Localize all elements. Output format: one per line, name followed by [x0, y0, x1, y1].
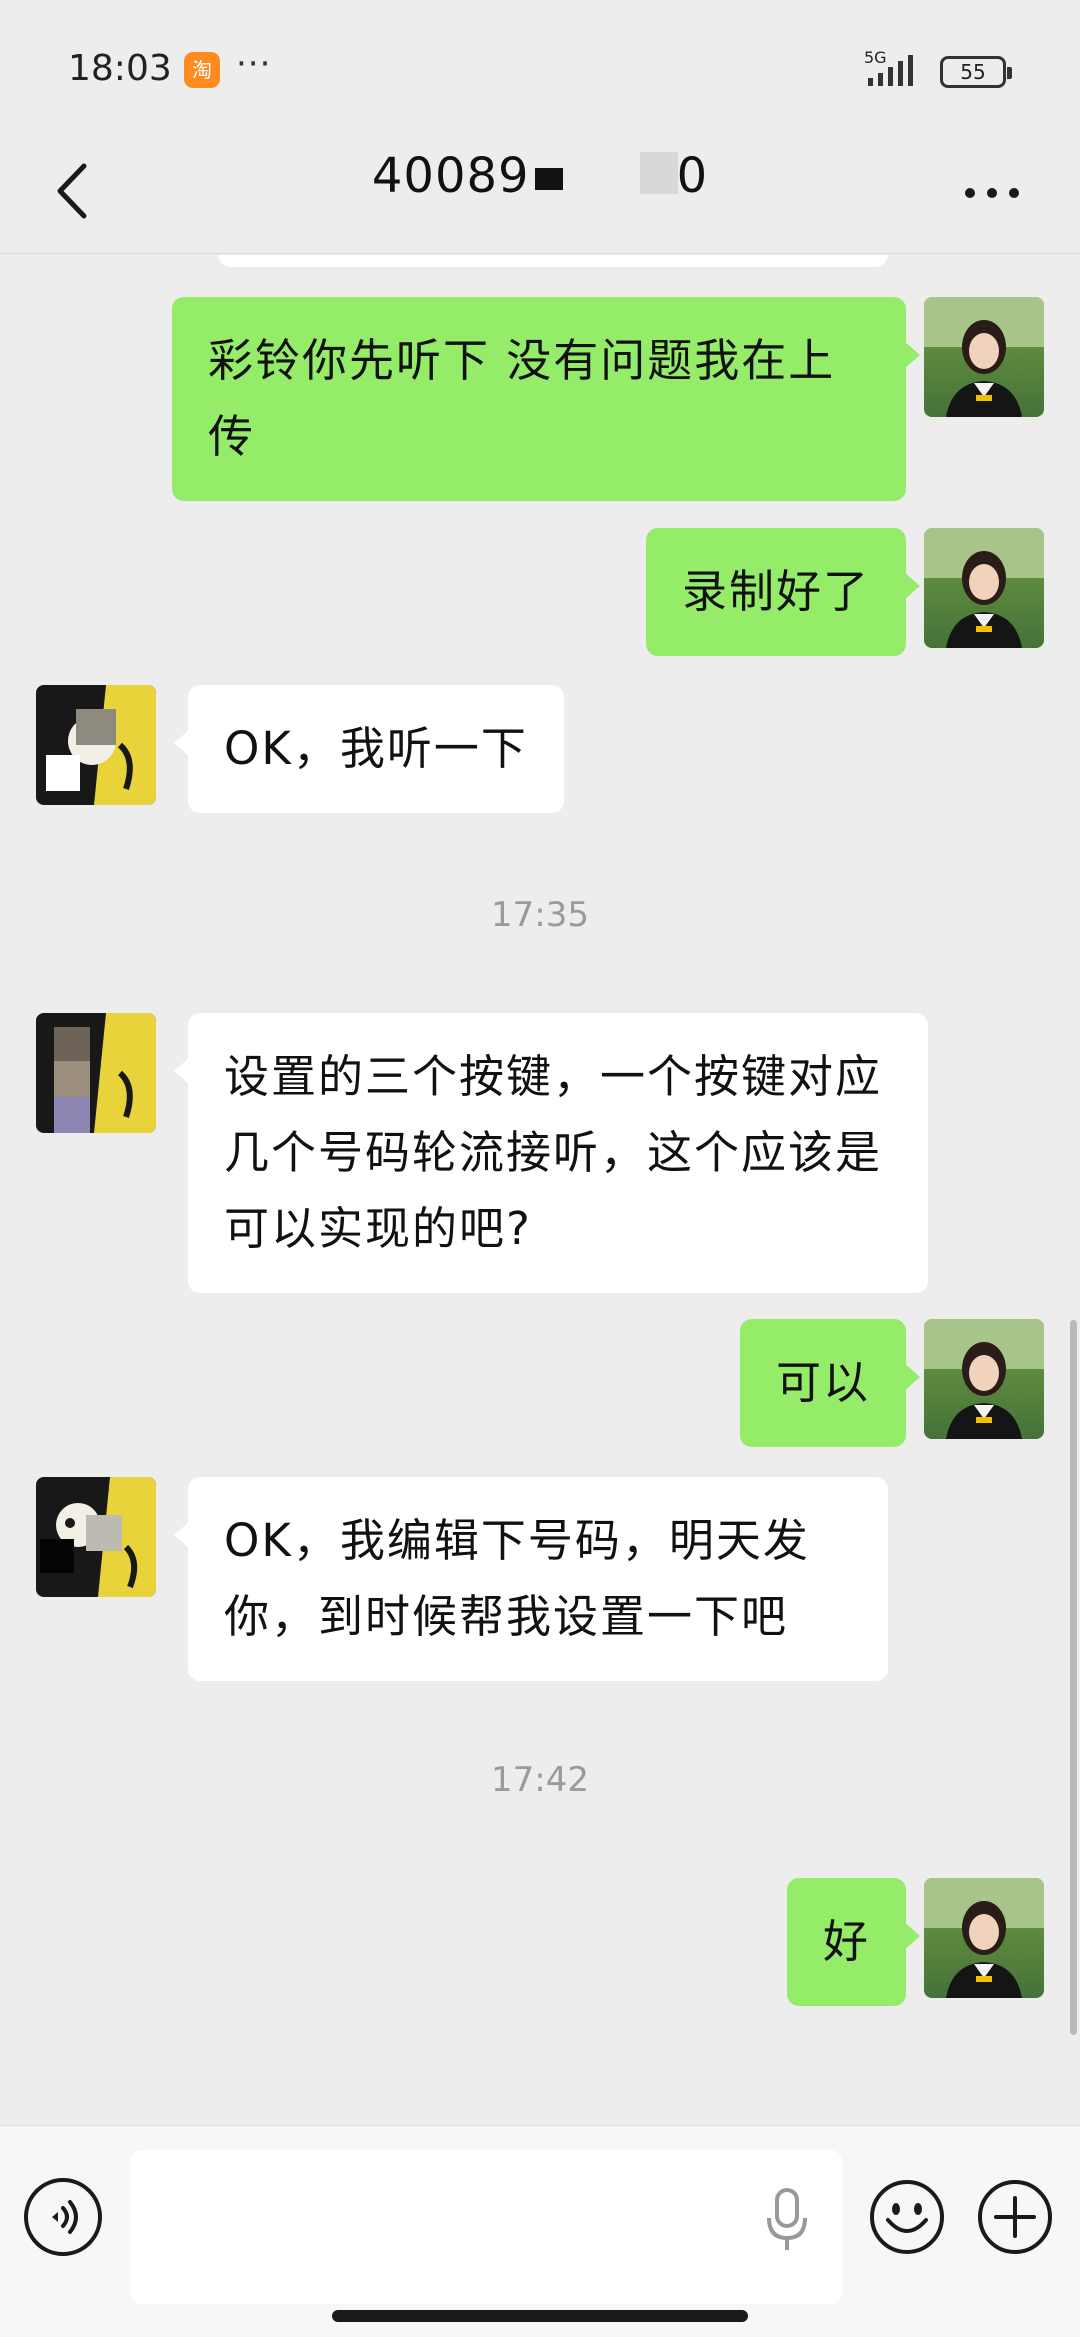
avatar-self[interactable]	[924, 297, 1044, 417]
status-time: 18:03	[68, 48, 172, 89]
battery-indicator: 55	[940, 56, 1012, 88]
avatar-self[interactable]	[924, 1319, 1044, 1439]
emoji-icon[interactable]	[868, 2178, 946, 2256]
home-indicator	[332, 2310, 748, 2322]
chat-header: 40089 0	[0, 130, 1080, 254]
chevron-left-icon[interactable]	[44, 156, 104, 226]
input-bar	[0, 2125, 1080, 2337]
signal-icon: 5G	[864, 48, 934, 92]
network-label: 5G	[864, 48, 887, 67]
chat-scrollbar[interactable]	[1070, 1320, 1077, 2035]
message-bubble-received[interactable]: OK，我编辑下号码，明天发你，到时候帮我设置一下吧	[174, 1477, 888, 1681]
status-bar: 18:03 淘 ··· 5G 55	[0, 0, 1080, 130]
message-timestamp: 17:42	[491, 1760, 589, 1800]
avatar-contact[interactable]	[36, 685, 156, 805]
voice-toggle-icon[interactable]	[24, 2178, 102, 2256]
avatar-contact[interactable]	[36, 1477, 156, 1597]
message-bubble-sent[interactable]: 彩铃你先听下 没有问题我在上传	[172, 297, 920, 501]
more-icon[interactable]	[962, 178, 1022, 208]
taobao-icon: 淘	[184, 52, 220, 88]
plus-icon[interactable]	[976, 2178, 1054, 2256]
message-bubble-received[interactable]: OK，我听一下	[174, 685, 564, 813]
message-bubble-partial	[218, 255, 888, 267]
message-timestamp: 17:35	[491, 895, 589, 935]
battery-level: 55	[960, 60, 986, 84]
title-redaction	[535, 168, 563, 190]
title-redaction	[640, 152, 678, 194]
avatar-self[interactable]	[924, 528, 1044, 648]
microphone-icon[interactable]	[762, 2184, 812, 2254]
message-input[interactable]	[130, 2150, 842, 2304]
chat-history[interactable]: 彩铃你先听下 没有问题我在上传 录制好了 OK，我听一下 17:35 设置的三个…	[0, 255, 1080, 2125]
message-bubble-sent[interactable]: 好	[786, 1878, 921, 2006]
avatar-contact[interactable]	[36, 1013, 156, 1133]
status-more-indicator: ···	[236, 44, 272, 84]
message-bubble-sent[interactable]: 录制好了	[645, 528, 921, 656]
message-bubble-received[interactable]: 设置的三个按键，一个按键对应几个号码轮流接听，这个应该是可以实现的吧?	[174, 1013, 928, 1293]
avatar-self[interactable]	[924, 1878, 1044, 1998]
message-bubble-sent[interactable]: 可以	[739, 1319, 921, 1447]
